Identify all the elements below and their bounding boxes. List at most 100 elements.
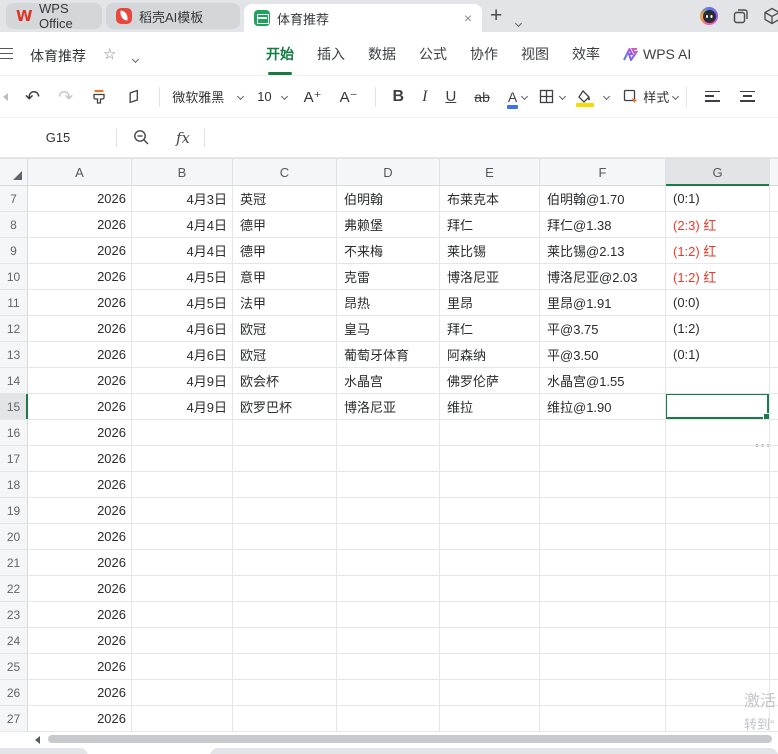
cell-C11[interactable]: 法甲: [233, 290, 337, 316]
row-header-24[interactable]: 24: [0, 628, 28, 654]
cell-F21[interactable]: [540, 550, 666, 576]
cell-C14[interactable]: 欧会杯: [233, 368, 337, 394]
horizontal-scrollbar[interactable]: [0, 732, 778, 746]
cell-A8[interactable]: 2026: [28, 212, 132, 238]
cell-A13[interactable]: 2026: [28, 342, 132, 368]
cell-G12[interactable]: (1:2): [666, 316, 770, 342]
cell-D16[interactable]: [337, 420, 440, 446]
cell-F9[interactable]: 莱比锡@2.13: [540, 238, 666, 264]
cell-B12[interactable]: 4月6日: [132, 316, 233, 342]
cell-A25[interactable]: 2026: [28, 654, 132, 680]
cell-C12[interactable]: 欧冠: [233, 316, 337, 342]
column-header-e[interactable]: E: [440, 159, 540, 185]
cell-G26[interactable]: [666, 680, 770, 706]
cell-F17[interactable]: [540, 446, 666, 472]
cell-A7[interactable]: 2026: [28, 186, 132, 212]
cell-F19[interactable]: [540, 498, 666, 524]
cell-E8[interactable]: 拜仁: [440, 212, 540, 238]
cell-G16[interactable]: [666, 420, 770, 446]
borders-button[interactable]: [539, 89, 554, 104]
row-header-10[interactable]: 10: [0, 264, 28, 290]
cell-D7[interactable]: 伯明翰: [337, 186, 440, 212]
cell-E11[interactable]: 里昂: [440, 290, 540, 316]
cell-D27[interactable]: [337, 706, 440, 732]
cell-E26[interactable]: [440, 680, 540, 706]
cell-A14[interactable]: 2026: [28, 368, 132, 394]
cell-A23[interactable]: 2026: [28, 602, 132, 628]
row-header-11[interactable]: 11: [0, 290, 28, 316]
cell-F8[interactable]: 拜仁@1.38: [540, 212, 666, 238]
tab-docer-ai[interactable]: 稻壳AI模板: [106, 3, 240, 29]
cell-C8[interactable]: 德甲: [233, 212, 337, 238]
cell-C15[interactable]: 欧罗巴杯: [233, 394, 337, 420]
scroll-left-icon[interactable]: [35, 736, 40, 744]
cell-D18[interactable]: [337, 472, 440, 498]
align-left-button[interactable]: [705, 91, 720, 103]
cell-A17[interactable]: 2026: [28, 446, 132, 472]
cell-E9[interactable]: 莱比锡: [440, 238, 540, 264]
row-header-8[interactable]: 8: [0, 212, 28, 238]
cell-G9[interactable]: (1:2) 红: [666, 238, 770, 264]
row-header-12[interactable]: 12: [0, 316, 28, 342]
cell-A19[interactable]: 2026: [28, 498, 132, 524]
cell-C24[interactable]: [233, 628, 337, 654]
close-tab-icon[interactable]: ×: [464, 11, 472, 25]
cell-B20[interactable]: [132, 524, 233, 550]
cell-C16[interactable]: [233, 420, 337, 446]
insert-function-button[interactable]: fx: [176, 129, 190, 147]
cell-E17[interactable]: [440, 446, 540, 472]
cell-B17[interactable]: [132, 446, 233, 472]
cell-D14[interactable]: 水晶宫: [337, 368, 440, 394]
cell-D20[interactable]: [337, 524, 440, 550]
underline-button[interactable]: U: [445, 88, 456, 105]
cell-D21[interactable]: [337, 550, 440, 576]
align-center-button[interactable]: [740, 91, 755, 103]
cell-D9[interactable]: 不来梅: [337, 238, 440, 264]
cell-G7[interactable]: (0:1): [666, 186, 770, 212]
cell-D17[interactable]: [337, 446, 440, 472]
cell-E16[interactable]: [440, 420, 540, 446]
cell-A22[interactable]: 2026: [28, 576, 132, 602]
chevron-down-icon[interactable]: [672, 92, 680, 101]
cell-B22[interactable]: [132, 576, 233, 602]
cell-A12[interactable]: 2026: [28, 316, 132, 342]
chevron-down-icon[interactable]: [559, 92, 567, 101]
cell-A16[interactable]: 2026: [28, 420, 132, 446]
cell-F16[interactable]: [540, 420, 666, 446]
cell-G8[interactable]: (2:3) 红: [666, 212, 770, 238]
menu-formula[interactable]: 公式: [419, 44, 447, 64]
cell-G20[interactable]: [666, 524, 770, 550]
cell-F20[interactable]: [540, 524, 666, 550]
cell-E12[interactable]: 拜仁: [440, 316, 540, 342]
cell-G13[interactable]: (0:1): [666, 342, 770, 368]
cell-G23[interactable]: [666, 602, 770, 628]
menu-view[interactable]: 视图: [521, 44, 549, 64]
cell-F12[interactable]: 平@3.75: [540, 316, 666, 342]
cell-D26[interactable]: [337, 680, 440, 706]
cell-A26[interactable]: 2026: [28, 680, 132, 706]
fill-color-button[interactable]: [576, 90, 595, 107]
eraser-button[interactable]: [125, 89, 142, 104]
menu-insert[interactable]: 插入: [317, 44, 345, 64]
cell-G11[interactable]: (0:0): [666, 290, 770, 316]
cell-A27[interactable]: 2026: [28, 706, 132, 732]
decrease-font-button[interactable]: A⁻: [340, 88, 358, 106]
cell-E27[interactable]: [440, 706, 540, 732]
cell-G14[interactable]: [666, 368, 770, 394]
cell-C18[interactable]: [233, 472, 337, 498]
cell-C19[interactable]: [233, 498, 337, 524]
cell-G24[interactable]: [666, 628, 770, 654]
cell-G27[interactable]: [666, 706, 770, 732]
cell-B9[interactable]: 4月4日: [132, 238, 233, 264]
cell-E24[interactable]: [440, 628, 540, 654]
cell-B7[interactable]: 4月3日: [132, 186, 233, 212]
cell-D22[interactable]: [337, 576, 440, 602]
font-color-button[interactable]: A: [506, 89, 519, 109]
style-label[interactable]: 样式: [643, 87, 669, 106]
column-header-d[interactable]: D: [337, 159, 440, 185]
zoom-out-icon[interactable]: [133, 129, 150, 146]
cell-D13[interactable]: 葡萄牙体育: [337, 342, 440, 368]
title-chevron-icon[interactable]: [131, 49, 140, 67]
select-all-corner[interactable]: [0, 159, 28, 185]
cell-F23[interactable]: [540, 602, 666, 628]
